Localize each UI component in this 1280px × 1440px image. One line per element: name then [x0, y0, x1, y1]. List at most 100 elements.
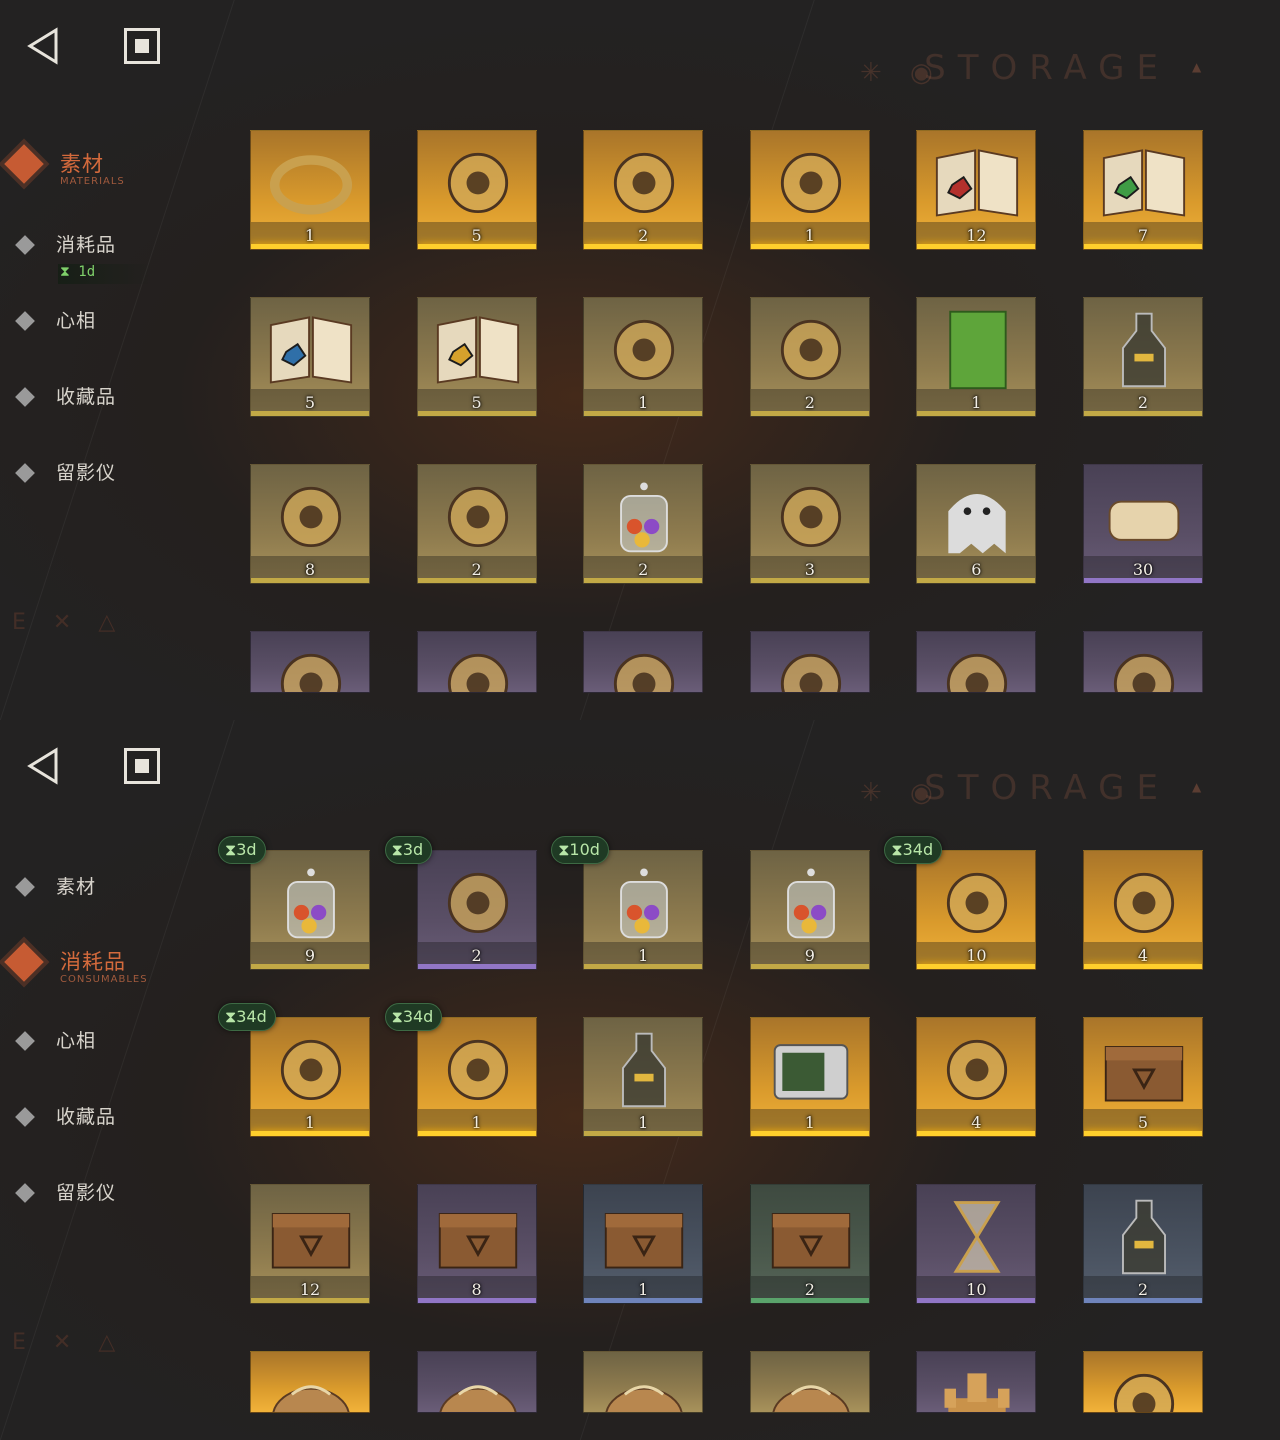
item-slot[interactable]	[583, 1351, 704, 1413]
item-count: 8	[471, 1280, 482, 1299]
item-slot[interactable]: 8	[250, 464, 370, 584]
message-bottle-icon	[1094, 1193, 1194, 1279]
item-slot[interactable]: 2	[1083, 1184, 1203, 1304]
item-slot[interactable]: 9	[749, 850, 870, 970]
item-slot[interactable]: 12	[916, 130, 1037, 250]
sun-symbol-icon: ✳	[860, 58, 882, 88]
item-slot[interactable]: 1	[749, 1017, 870, 1137]
item-slot[interactable]: 1	[416, 1017, 537, 1137]
dark-grimoire-icon	[428, 473, 528, 559]
diamond-icon	[15, 1107, 35, 1127]
storage-panel-consumables: ✳ ◉ STORAGE ▲ E ✕ △ 素材 消耗品 CONSUMABLES 心…	[0, 720, 1280, 1440]
item-slot[interactable]: 4	[1083, 850, 1203, 970]
item-slot[interactable]	[250, 1351, 370, 1413]
nav-collectibles[interactable]: 收藏品	[15, 1096, 218, 1136]
category-nav: 素材 MATERIALS 消耗品 ⧗ 1d 心相 收藏品 留影仪	[0, 0, 220, 720]
item-slot[interactable]: 2	[749, 1184, 870, 1304]
item-slot[interactable]: 5	[416, 130, 537, 250]
rarity-bar	[1084, 244, 1202, 249]
nav-label: 收藏品	[56, 1106, 117, 1128]
item-slot[interactable]: 1	[583, 1184, 704, 1304]
item-count: 30	[1132, 560, 1154, 579]
item-slot[interactable]: 2	[1083, 297, 1203, 417]
castle-icon	[927, 1360, 1027, 1412]
item-slot[interactable]: 2	[416, 464, 537, 584]
item-slot[interactable]: 12	[250, 1184, 370, 1304]
item-slot[interactable]: 1	[583, 850, 704, 970]
item-slot[interactable]: 2	[416, 850, 537, 970]
rarity-bar	[1084, 411, 1202, 416]
item-slot[interactable]: 9	[250, 850, 370, 970]
item-slot[interactable]: 6	[916, 464, 1037, 584]
item-slot[interactable]: 1	[250, 130, 370, 250]
message-bottle-icon	[594, 1026, 694, 1112]
item-count: 1	[804, 1113, 815, 1132]
nav-persona[interactable]: 心相	[15, 300, 218, 340]
item-slot[interactable]	[749, 631, 870, 693]
rarity-bar	[417, 411, 536, 416]
item-slot[interactable]: 3	[749, 464, 870, 584]
rarity-bar	[917, 244, 1036, 249]
item-slot[interactable]: 1	[749, 130, 870, 250]
item-count: 2	[1137, 393, 1149, 412]
item-slot[interactable]	[916, 631, 1037, 693]
item-slot[interactable]: 1	[583, 297, 704, 417]
item-slot[interactable]	[250, 631, 370, 693]
nav-materials[interactable]: 素材 MATERIALS	[4, 144, 218, 187]
item-count: 12	[966, 226, 987, 245]
nav-kinetoscope[interactable]: 留影仪	[15, 1172, 218, 1212]
nav-consumables[interactable]: 消耗品	[15, 224, 218, 264]
nav-persona[interactable]: 心相	[15, 1020, 218, 1060]
sun-symbol-icon: ✳	[860, 778, 882, 808]
item-count: 4	[971, 1113, 982, 1132]
item-slot[interactable]	[583, 631, 704, 693]
item-slot[interactable]: 5	[416, 297, 537, 417]
item-slot[interactable]	[916, 1351, 1037, 1413]
item-slot[interactable]: 8	[416, 1184, 537, 1304]
item-slot[interactable]: 1	[916, 297, 1037, 417]
expiry-timer: ⧗34d	[884, 836, 943, 864]
timer-value: 1d	[78, 264, 96, 280]
item-slot[interactable]: 7	[1083, 130, 1203, 250]
item-count: 2	[471, 560, 482, 579]
item-count: 5	[304, 393, 316, 412]
item-count: 2	[638, 226, 649, 245]
diamond-icon	[15, 463, 35, 483]
rarity-bar	[251, 1298, 369, 1303]
nav-collectibles[interactable]: 收藏品	[15, 376, 218, 416]
item-slot[interactable]: 2	[583, 130, 704, 250]
rarity-bar	[1084, 1131, 1202, 1136]
item-slot[interactable]	[1083, 631, 1203, 693]
nav-label: 素材	[56, 876, 97, 898]
ghost-icon	[927, 473, 1027, 559]
item-slot[interactable]: 10	[916, 1184, 1037, 1304]
item-slot[interactable]: 4	[916, 1017, 1037, 1137]
item-slot[interactable]: 10	[916, 850, 1037, 970]
rarity-bar	[584, 964, 703, 969]
bell-jar-icon	[594, 473, 694, 559]
nav-kinetoscope[interactable]: 留影仪	[15, 452, 218, 492]
item-slot[interactable]	[749, 1351, 870, 1413]
serpent-apple-icon	[761, 139, 861, 225]
item-slot[interactable]	[416, 631, 537, 693]
item-slot[interactable]: 30	[1083, 464, 1203, 584]
item-slot[interactable]: 2	[583, 464, 704, 584]
item-slot[interactable]: 5	[1083, 1017, 1203, 1137]
bracelet-icon	[428, 640, 528, 692]
nav-consumables[interactable]: 消耗品 CONSUMABLES	[4, 942, 218, 985]
wooden-crate-icon	[428, 1193, 528, 1279]
item-slot[interactable]: 1	[583, 1017, 704, 1137]
item-slot[interactable]	[1083, 1351, 1203, 1413]
item-slot[interactable]: 2	[749, 297, 870, 417]
rarity-bar	[417, 1131, 536, 1136]
golden-frame-icon	[1094, 1360, 1194, 1412]
expiry-timer: ⧗3d	[384, 836, 433, 864]
item-slot[interactable]	[416, 1351, 537, 1413]
wooden-crate-icon	[261, 1193, 361, 1279]
nav-materials[interactable]: 素材	[15, 866, 218, 906]
item-slot[interactable]: 5	[250, 297, 370, 417]
item-count: 1	[304, 1113, 316, 1132]
item-slot[interactable]: 1	[250, 1017, 370, 1137]
item-grid: 1 5 2 1 12 7 5 5 1 2 1 2 8 2 2 3 6 30	[250, 130, 1210, 710]
item-count: 5	[471, 393, 482, 412]
